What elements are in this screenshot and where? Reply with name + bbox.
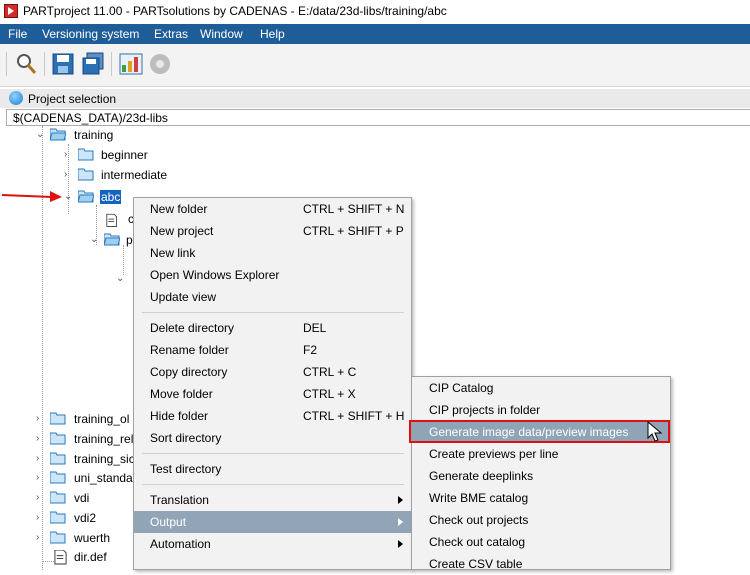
- tree-item-label: training: [74, 128, 114, 142]
- menu-item-delete-directory[interactable]: Delete directory DEL: [134, 317, 411, 339]
- folder-icon: [50, 531, 66, 544]
- chevron-down-icon[interactable]: ⌄: [90, 235, 100, 245]
- chevron-right-icon[interactable]: ›: [36, 434, 46, 444]
- chevron-right-icon[interactable]: ›: [36, 513, 46, 523]
- tree-item-label: training_rel: [74, 432, 134, 446]
- annotation-highlight-box: [409, 420, 670, 443]
- menu-item-new-link[interactable]: New link: [134, 242, 411, 264]
- context-menu: New folder CTRL + SHIFT + N New project CT…: [133, 197, 412, 570]
- submenu-item-generate-deeplinks[interactable]: Generate deeplinks: [412, 465, 670, 487]
- submenu-item-cip-projects-in-folder[interactable]: CIP projects in folder: [412, 399, 670, 421]
- menu-extras[interactable]: Extras: [154, 27, 188, 41]
- document-icon: [106, 213, 117, 227]
- project-selection-header: Project selection: [0, 89, 750, 108]
- menu-bar: File Versioning system Extras Window Hel…: [0, 24, 750, 44]
- folder-icon: [50, 432, 66, 445]
- folder-icon: [50, 511, 66, 524]
- submenu-arrow-icon: [398, 540, 403, 548]
- menu-item-open-windows-explorer[interactable]: Open Windows Explorer: [134, 264, 411, 286]
- toolbar-separator: [111, 52, 112, 76]
- folder-open-icon: [104, 233, 120, 246]
- folder-icon: [50, 471, 66, 484]
- menu-item-move-folder[interactable]: Move folder CTRL + X: [134, 383, 411, 405]
- menu-separator: [142, 453, 404, 454]
- menu-file[interactable]: File: [8, 27, 27, 41]
- chevron-right-icon[interactable]: ›: [36, 454, 46, 464]
- save-all-icon[interactable]: [81, 52, 105, 76]
- tree-item-label: beginner: [101, 148, 148, 162]
- folder-icon: [78, 148, 94, 161]
- toolbar-separator: [44, 52, 45, 76]
- folder-icon: [78, 168, 94, 181]
- folder-open-icon: [78, 190, 94, 203]
- submenu-item-create-csv-table[interactable]: Create CSV table: [412, 553, 670, 575]
- menu-item-copy-directory[interactable]: Copy directory CTRL + C: [134, 361, 411, 383]
- tree-guide-line: [123, 245, 124, 275]
- toolbar: [0, 44, 750, 87]
- folder-open-icon: [50, 128, 66, 141]
- chevron-right-icon[interactable]: ›: [36, 414, 46, 424]
- path-value: $(CADENAS_DATA)/23d-libs: [13, 111, 168, 125]
- menu-separator: [142, 484, 404, 485]
- submenu-item-write-bme-catalog[interactable]: Write BME catalog: [412, 487, 670, 509]
- tree-item-label: training_sic: [74, 452, 135, 466]
- chevron-right-icon[interactable]: ›: [36, 493, 46, 503]
- chevron-right-icon[interactable]: ›: [36, 533, 46, 543]
- chevron-right-icon[interactable]: ›: [64, 170, 74, 180]
- tree-item-label: p: [126, 233, 133, 247]
- menu-item-translation[interactable]: Translation: [134, 489, 411, 511]
- tree-item-label-selected: abc: [100, 190, 122, 204]
- document-icon: [54, 550, 67, 565]
- submenu-item-check-out-projects[interactable]: Check out projects: [412, 509, 670, 531]
- submenu-item-cip-catalog[interactable]: CIP Catalog: [412, 377, 670, 399]
- path-field[interactable]: $(CADENAS_DATA)/23d-libs: [6, 109, 750, 126]
- dashboard-icon[interactable]: [119, 52, 143, 76]
- tree-item-label: vdi2: [74, 511, 97, 525]
- menu-item-new-folder[interactable]: New folder CTRL + SHIFT + N: [134, 198, 411, 220]
- submenu-item-check-out-catalog[interactable]: Check out catalog: [412, 531, 670, 553]
- menu-window[interactable]: Window: [200, 27, 243, 41]
- menu-item-output[interactable]: Output: [134, 511, 411, 533]
- chevron-right-icon[interactable]: ›: [36, 473, 46, 483]
- output-submenu: CIP Catalog CIP projects in folder Gener…: [411, 376, 671, 571]
- submenu-arrow-icon: [398, 496, 403, 504]
- disc-icon[interactable]: [148, 52, 172, 76]
- mouse-cursor-icon: [647, 421, 663, 442]
- title-bar: PARTproject 11.00 - PARTsolutions by CAD…: [0, 0, 750, 24]
- folder-icon: [50, 491, 66, 504]
- search-icon[interactable]: [14, 52, 38, 76]
- window-title: PARTproject 11.00 - PARTsolutions by CAD…: [23, 4, 447, 18]
- tree-item-label: intermediate: [101, 168, 168, 182]
- chevron-down-icon[interactable]: ⌄: [36, 130, 46, 140]
- menu-item-automation[interactable]: Automation: [134, 533, 411, 555]
- submenu-arrow-icon: [398, 518, 403, 526]
- chevron-down-icon[interactable]: ⌄: [116, 274, 126, 284]
- submenu-item-create-previews-per-line[interactable]: Create previews per line: [412, 443, 670, 465]
- chevron-right-icon[interactable]: ›: [64, 150, 74, 160]
- tree-item-label: vdi: [74, 491, 90, 505]
- menu-item-update-view[interactable]: Update view: [134, 286, 411, 308]
- globe-icon: [9, 91, 23, 105]
- menu-item-hide-folder[interactable]: Hide folder CTRL + SHIFT + H: [134, 405, 411, 427]
- menu-item-rename-folder[interactable]: Rename folder F2: [134, 339, 411, 361]
- tree-item-label: dir.def: [74, 550, 107, 564]
- menu-item-new-project[interactable]: New project CTRL + SHIFT + P: [134, 220, 411, 242]
- folder-icon: [50, 412, 66, 425]
- panel-title: Project selection: [28, 92, 117, 106]
- tree-item-label: uni_standa: [74, 471, 133, 485]
- save-icon[interactable]: [51, 52, 75, 76]
- menu-item-sort-directory[interactable]: Sort directory: [134, 427, 411, 449]
- tree-item-label: wuerth: [74, 531, 111, 545]
- tree-item-label: training_ol: [74, 412, 130, 426]
- toolbar-separator: [6, 52, 7, 76]
- annotation-arrow-icon: [1, 191, 62, 202]
- folder-icon: [50, 452, 66, 465]
- menu-help[interactable]: Help: [260, 27, 285, 41]
- menu-separator: [142, 312, 404, 313]
- menu-item-test-directory[interactable]: Test directory: [134, 458, 411, 480]
- menu-versioning-system[interactable]: Versioning system: [42, 27, 139, 41]
- app-icon: [4, 4, 18, 18]
- chevron-down-icon[interactable]: ⌄: [64, 192, 74, 202]
